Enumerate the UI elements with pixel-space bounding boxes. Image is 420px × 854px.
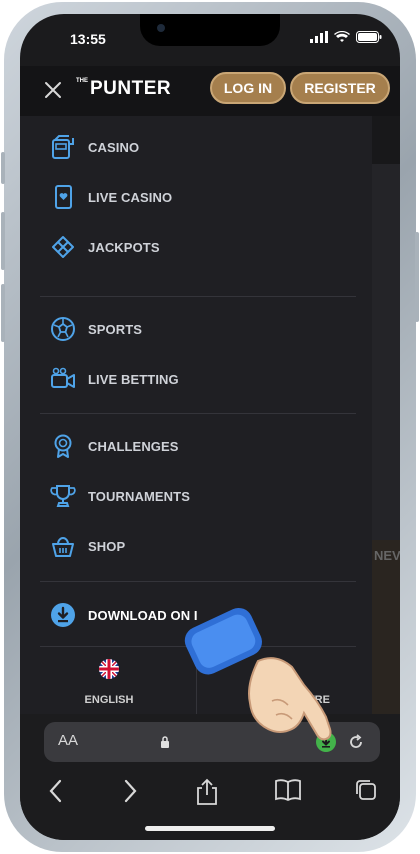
tabs-icon[interactable] [354, 778, 378, 802]
uk-flag-icon [99, 659, 119, 679]
log-in-button[interactable]: LOG IN [210, 72, 286, 104]
clover-icon [52, 236, 74, 258]
background-page-peek [372, 116, 400, 722]
menu-item-live-casino[interactable]: LIVE CASINO [50, 182, 172, 212]
menu-item-label: CASINO [88, 139, 140, 155]
menu-item-label: SPORTS [88, 321, 143, 337]
status-bar: 13:55 [20, 14, 400, 64]
trophy-icon [50, 485, 76, 507]
slot-machine-icon [52, 135, 74, 159]
site-logo[interactable]: THE PUNTER [76, 78, 171, 100]
share-icon[interactable] [195, 778, 219, 806]
peek-block [372, 540, 400, 722]
peek-block [372, 116, 400, 164]
signal-icon [310, 31, 328, 43]
menu-item-sports[interactable]: SPORTS [50, 314, 142, 344]
menu-item-live-betting[interactable]: LIVE BETTING [50, 364, 179, 394]
register-button[interactable]: REGISTER [290, 72, 390, 104]
menu-item-label: CHALLENGES [88, 438, 179, 454]
menu-item-download-app[interactable]: DOWNLOAD ON I [50, 600, 198, 630]
browser-toolbar [20, 774, 400, 814]
menu-item-label: TOURNAMENTS [88, 488, 190, 504]
card-icon [55, 185, 72, 209]
soccer-ball-icon [51, 317, 75, 341]
menu-item-challenges[interactable]: CHALLENGES [50, 431, 179, 461]
download-circle-icon [51, 603, 75, 627]
app-header: THE PUNTER LOG IN REGISTER [20, 66, 400, 116]
lock-icon [161, 736, 169, 748]
reader-aa-button[interactable]: AA [58, 732, 78, 749]
back-icon[interactable] [46, 778, 66, 804]
mute-switch [1, 152, 5, 184]
menu-item-casino[interactable]: CASINO [50, 132, 139, 162]
status-icons [310, 31, 382, 43]
basket-icon [52, 537, 74, 557]
camera-icon [157, 24, 165, 32]
menu-item-label: SHOP [88, 538, 126, 554]
pointing-hand-icon [184, 607, 332, 741]
menu-item-label: LIVE CASINO [88, 189, 173, 205]
wifi-icon [334, 31, 350, 42]
status-time: 13:55 [70, 31, 106, 47]
menu-divider [40, 296, 356, 297]
menu-item-shop[interactable]: SHOP [50, 531, 125, 561]
bookmarks-icon[interactable] [274, 778, 302, 802]
volume-down-button [1, 284, 5, 342]
menu-divider [40, 413, 356, 414]
menu-item-tournaments[interactable]: TOURNAMENTS [50, 481, 190, 511]
menu-item-jackpots[interactable]: JACKPOTS [50, 232, 160, 262]
phone-screen: 13:55 THE PUNTER LOG IN REGISTER NEV CASI… [20, 14, 400, 840]
volume-up-button [1, 212, 5, 270]
home-indicator [145, 826, 275, 831]
logo-text: PUNTER [90, 78, 172, 99]
medal-icon [54, 434, 72, 458]
power-button [415, 232, 419, 322]
notch [140, 14, 280, 46]
video-camera-icon [51, 367, 75, 388]
battery-icon [356, 31, 382, 43]
peek-text: NEV [374, 548, 400, 563]
language-label: ENGLISH [84, 694, 134, 706]
forward-icon[interactable] [120, 778, 140, 804]
logo-prefix: THE [76, 78, 88, 84]
close-icon[interactable] [42, 79, 64, 101]
menu-divider [40, 581, 356, 582]
menu-item-label: LIVE BETTING [88, 371, 179, 387]
language-button[interactable]: ENGLISH [64, 658, 154, 708]
menu-item-label: JACKPOTS [88, 239, 160, 255]
